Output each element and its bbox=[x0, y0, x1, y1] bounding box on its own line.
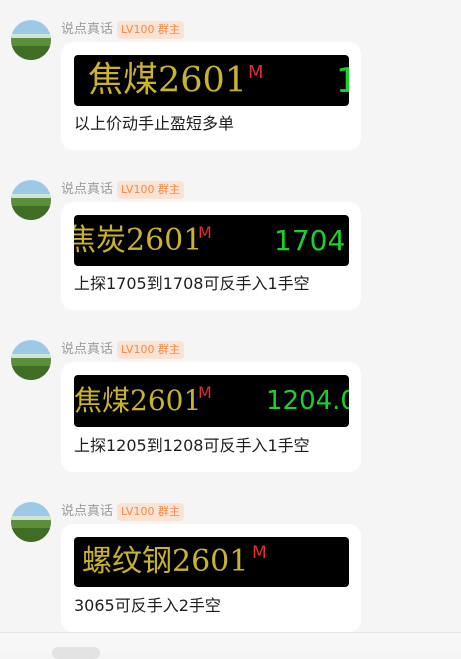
ticker-symbol: 焦煤2601 bbox=[88, 60, 248, 100]
avatar[interactable] bbox=[11, 20, 51, 60]
message-text: 上探1205到1208可反手入1手空 bbox=[74, 436, 310, 455]
sender-name[interactable]: 说点真话 bbox=[61, 502, 113, 522]
group-owner-badge: LV100 群主 bbox=[117, 21, 184, 39]
sender-meta: 说点真话 LV100 群主 bbox=[61, 502, 184, 522]
ticker-market-flag: M bbox=[248, 62, 264, 83]
message-text: 以上价动手止盈短多单 bbox=[74, 114, 235, 133]
sender-name[interactable]: 说点真话 bbox=[61, 340, 113, 360]
input-area bbox=[0, 632, 461, 659]
sender-meta: 说点真话 LV100 群主 bbox=[61, 180, 184, 200]
ticker-market-flag: M bbox=[198, 223, 212, 242]
ticker-image[interactable]: 焦炭2601 M 1704 bbox=[74, 215, 349, 266]
sender-name[interactable]: 说点真话 bbox=[61, 20, 113, 40]
landscape-avatar-icon bbox=[11, 20, 51, 60]
message-bubble[interactable]: 螺纹钢2601 M 3065可反手入2手空 bbox=[61, 524, 361, 632]
input-toggle[interactable] bbox=[52, 647, 100, 659]
landscape-avatar-icon bbox=[11, 340, 51, 380]
avatar[interactable] bbox=[11, 180, 51, 220]
message-bubble[interactable]: 焦煤2601 M 1204.0 上探1205到1208可反手入1手空 bbox=[61, 362, 361, 472]
ticker-image[interactable]: 焦煤2601 M 1204.0 bbox=[74, 375, 349, 427]
ticker-image[interactable]: 焦煤2601 M 1 bbox=[74, 55, 349, 106]
avatar[interactable] bbox=[11, 502, 51, 542]
ticker-image[interactable]: 螺纹钢2601 M bbox=[74, 537, 349, 587]
ticker-symbol: 焦炭2601 bbox=[74, 222, 203, 258]
message-text: 上探1705到1708可反手入1手空 bbox=[74, 274, 310, 293]
ticker-symbol: 螺纹钢2601 bbox=[82, 544, 249, 579]
avatar[interactable] bbox=[11, 340, 51, 380]
ticker-market-flag: M bbox=[198, 383, 212, 402]
ticker-price: 1204.0 bbox=[266, 386, 349, 416]
group-owner-badge: LV100 群主 bbox=[117, 503, 184, 521]
landscape-avatar-icon bbox=[11, 180, 51, 220]
ticker-price: 1 bbox=[336, 60, 349, 101]
group-owner-badge: LV100 群主 bbox=[117, 181, 184, 199]
ticker-price: 1704 bbox=[274, 223, 346, 257]
ticker-symbol: 焦煤2601 bbox=[74, 384, 202, 417]
landscape-avatar-icon bbox=[11, 502, 51, 542]
sender-meta: 说点真话 LV100 群主 bbox=[61, 340, 184, 360]
sender-name[interactable]: 说点真话 bbox=[61, 180, 113, 200]
message-bubble[interactable]: 焦煤2601 M 1 以上价动手止盈短多单 bbox=[61, 42, 361, 150]
sender-meta: 说点真话 LV100 群主 bbox=[61, 20, 184, 40]
message-text: 3065可反手入2手空 bbox=[74, 596, 221, 615]
ticker-market-flag: M bbox=[252, 543, 267, 563]
group-owner-badge: LV100 群主 bbox=[117, 341, 184, 359]
message-bubble[interactable]: 焦炭2601 M 1704 上探1705到1708可反手入1手空 bbox=[61, 202, 361, 310]
